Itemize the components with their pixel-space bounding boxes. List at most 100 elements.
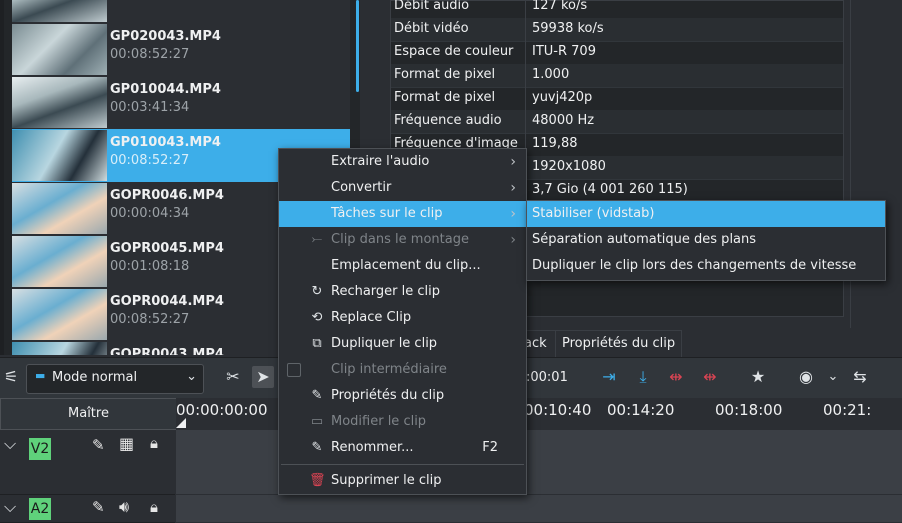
property-key: Débit audio [394,0,470,13]
clip-duration: 00:00:04:34 [110,206,190,221]
property-row: Format de pixel 1.000 [391,64,843,88]
property-row: Débit audio 127 ko/s [391,0,843,19]
clip-thumbnail [12,24,107,75]
ruler-tick: 00:14:20 [607,401,675,419]
property-key: Format de pixel [394,90,496,105]
mixer-icon[interactable]: ⇆ [849,366,871,388]
property-value: 1.000 [532,67,570,82]
property-value: ITU-R 709 [532,44,596,59]
settings-sliders-icon[interactable]: ⚟ [0,366,22,388]
clip-thumbnail [12,0,107,22]
timecode-display[interactable]: :00:01 [526,370,568,385]
clip-row[interactable]: GP020043.MP4 00:08:52:27 [12,23,350,77]
overwrite-icon[interactable]: ⤓ [632,366,654,388]
collapse-icon[interactable]: ⌵ [4,497,16,517]
track-header-v2: ⌵ V2 ✎ ▦ 🔒︎ [0,430,175,495]
property-value: 3,7 Gio (4 001 260 115) [532,182,688,197]
bin-left-edge [0,0,4,355]
property-row: Fréquence audio 48000 Hz [391,110,843,134]
clip-thumbnail [12,77,107,128]
track-tag[interactable]: V2 [29,438,51,460]
lock-icon[interactable]: 🔒︎ [150,434,158,452]
menu-item-replace-clip[interactable]: ⟲ Replace Clip [279,305,526,331]
menu-item-edit-clip[interactable]: ▭ Modifier le clip [279,409,526,435]
clip-row[interactable]: GP010044.MP4 00:03:41:34 [12,76,350,130]
clip-duration: 00:01:08:18 [110,259,190,274]
clip-context-menu: Extraire l'audio › Convertir › Tâches su… [278,148,527,495]
lift-icon[interactable]: ⇹ [665,366,687,388]
submenu-item-stabilize[interactable]: Stabiliser (vidstab) [527,201,885,227]
film-icon[interactable]: ▦ [119,434,134,453]
menu-item-proxy-clip[interactable]: Clip intermédiaire [279,357,526,383]
menu-item-delete-clip[interactable]: 🗑︎ Supprimer le clip [279,468,526,494]
property-value: 48000 Hz [532,113,595,128]
clip-duration: 00:08:52:27 [110,312,190,327]
menu-item-convert[interactable]: Convertir › [279,175,526,201]
insert-icon[interactable]: ⇥ [598,366,620,388]
lock-icon[interactable]: 🔒︎ [150,498,158,516]
extract-icon[interactable]: ⇹ [699,366,721,388]
razor-icon[interactable]: ✂ [222,366,244,388]
master-track-button[interactable]: Maître [0,398,177,430]
speaker-icon[interactable]: 🔊︎ [119,497,129,517]
clip-row[interactable] [12,0,350,24]
ruler-tick: 00:21: [823,401,872,419]
ruler-tick: 00:10:40 [524,401,592,419]
menu-item-clip-in-timeline[interactable]: ⤚ Clip dans le montage › [279,227,526,253]
menu-item-reload-clip[interactable]: ↻ Recharger le clip [279,279,526,305]
property-value: 127 ko/s [532,0,588,13]
select-tool-icon[interactable]: ➤ [252,366,274,388]
replace-icon: ⟲ [311,310,323,325]
clip-thumbnail [12,130,107,181]
clip-thumbnail [12,236,107,287]
record-icon[interactable]: ◉ [795,366,817,388]
menu-item-rename[interactable]: ✎ Renommer... F2 [279,435,526,461]
effects-icon[interactable]: ✎ [92,498,105,516]
chevron-right-icon: › [510,180,516,196]
playhead-marker[interactable] [176,418,186,428]
menu-item-clip-jobs[interactable]: Tâches sur le clip › [279,201,526,227]
ruler-tick: 00:00:00:00 [176,401,268,419]
property-value: yuvj420p [532,90,593,105]
clip-name: GP020043.MP4 [110,29,221,44]
menu-item-clip-properties[interactable]: ✎ Propriétés du clip [279,383,526,409]
collapse-icon[interactable]: ⌵ [4,434,16,454]
chevron-right-icon: › [510,154,516,170]
submenu-item-duplicate-speed[interactable]: Dupliquer le clip lors des changements d… [527,253,885,279]
property-value: 1920x1080 [532,159,606,174]
property-value: 119,88 [532,136,578,151]
proxy-checkbox[interactable] [287,363,301,377]
edit-mode-select[interactable]: ▬ Mode normal ⌄ [26,364,204,394]
menu-item-extract-audio[interactable]: Extraire l'audio › [279,149,526,175]
star-icon[interactable]: ★ [747,366,769,388]
branch-icon: ⤚ [311,232,323,247]
tab-clip-properties[interactable]: Propriétés du clip [555,330,683,358]
property-key: Fréquence audio [394,113,502,128]
clip-name: GP010043.MP4 [110,135,221,150]
chevron-down-icon: ⌄ [186,369,197,384]
menu-item-duplicate-clip[interactable]: ⧉ Dupliquer le clip [279,331,526,357]
property-value: 59938 ko/s [532,21,604,36]
clip-duration: 00:08:52:27 [110,153,190,168]
bin-scrollbar[interactable] [356,0,359,92]
mode-label: Mode normal [52,370,138,385]
property-key: Débit vidéo [394,21,469,36]
clip-thumbnail [12,342,107,355]
clip-name: GOPR0043.MP4 [110,347,224,355]
pencil-icon: ✎ [311,440,323,455]
menu-separator [281,464,524,465]
clip-name: GP010044.MP4 [110,82,221,97]
edit-icon: ✎ [311,388,323,403]
menu-item-locate-clip[interactable]: Emplacement du clip... [279,253,526,279]
chevron-down-icon[interactable]: ⌄ [822,366,844,388]
submenu-item-scene-split[interactable]: Séparation automatique des plans [527,227,885,253]
reload-icon: ↻ [311,284,323,299]
clip-name: GOPR0044.MP4 [110,294,224,309]
clip-name: GOPR0046.MP4 [110,188,224,203]
track-tag[interactable]: A2 [29,498,51,520]
mode-icon: ▬ [35,369,46,382]
chevron-right-icon: › [510,232,516,248]
track-a2[interactable] [176,495,902,522]
chevron-right-icon: › [510,206,516,222]
effects-icon[interactable]: ✎ [92,436,105,454]
